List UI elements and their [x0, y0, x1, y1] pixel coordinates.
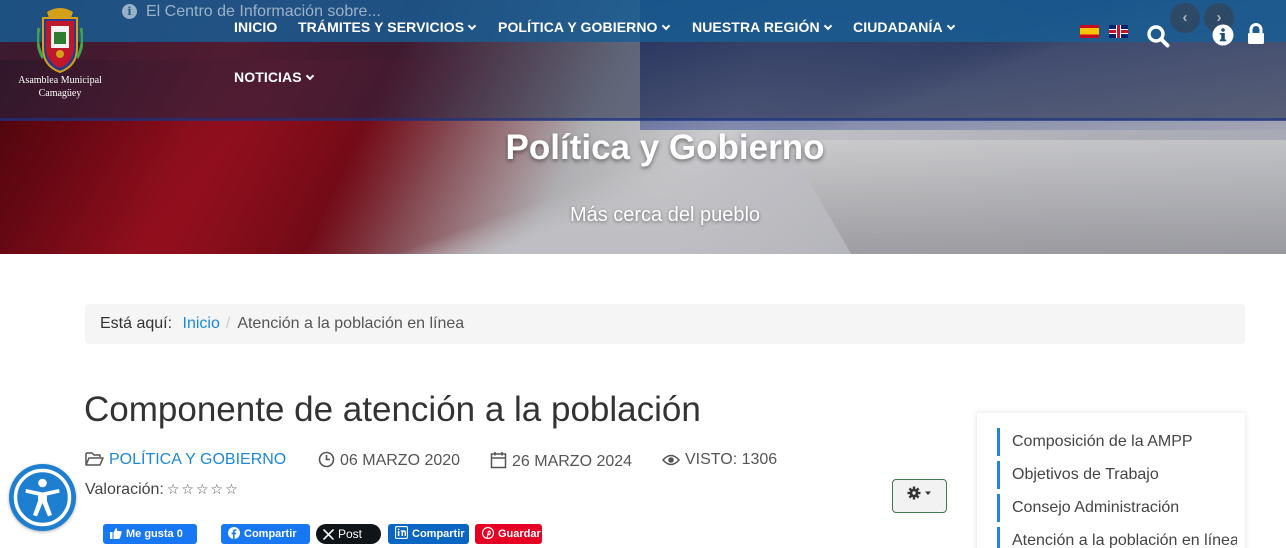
article-options-button[interactable]	[892, 479, 947, 513]
accessibility-button[interactable]	[9, 464, 76, 531]
facebook-icon	[228, 527, 240, 539]
nav-item-ciudadania[interactable]: CIUDADANÍA	[853, 19, 955, 35]
article-rating: Valoración: ☆☆☆☆☆	[85, 481, 240, 499]
sidebar-item-objetivos[interactable]: Objetivos de Trabajo	[997, 461, 1237, 489]
ticker-prev-button[interactable]: ‹	[1170, 3, 1200, 33]
lock-icon[interactable]	[1247, 23, 1265, 45]
x-post-button[interactable]: Post	[316, 524, 381, 544]
rating-stars[interactable]: ☆☆☆☆☆	[167, 482, 240, 498]
breadcrumb-current: Atención a la población en línea	[237, 315, 465, 332]
info-icon[interactable]	[1212, 24, 1234, 46]
rating-label: Valoración:	[85, 481, 164, 498]
thumbs-up-icon	[110, 528, 122, 539]
sidebar-item-composicion[interactable]: Composición de la AMPP	[997, 428, 1237, 456]
breadcrumb-separator: /	[225, 315, 231, 332]
nav-item-inicio[interactable]: INICIO	[234, 19, 277, 35]
facebook-like-button[interactable]: Me gusta 0	[103, 524, 197, 544]
breadcrumb-home-link[interactable]: Inicio	[183, 315, 220, 332]
eye-icon	[661, 454, 681, 466]
chevron-down-icon	[823, 21, 832, 31]
article-title: Componente de atención a la población	[84, 390, 701, 429]
meta-published: 06 MARZO 2020	[318, 451, 460, 470]
linkedin-icon	[394, 525, 409, 540]
clock-icon	[318, 451, 335, 468]
flag-en-icon[interactable]	[1109, 25, 1128, 38]
meta-modified: 26 MARZO 2024	[490, 451, 632, 471]
nav-item-noticias[interactable]: NOTICIAS	[234, 69, 314, 85]
hero-title: Política y Gobierno	[505, 128, 825, 167]
linkedin-share-button[interactable]: Compartir	[388, 524, 469, 544]
breadcrumb: Está aquí: Inicio / Atención a la població…	[85, 304, 1245, 344]
chevron-down-icon	[305, 71, 314, 81]
coat-of-arms-icon	[37, 8, 83, 74]
site-logo[interactable]: Asamblea Municipal Camagüey	[10, 6, 110, 102]
chevron-down-icon	[946, 21, 955, 31]
ticker-text: El Centro de Información sobre...	[146, 3, 381, 20]
x-logo-icon	[322, 528, 335, 541]
hero-subtitle: Más cerca del pueblo	[569, 204, 761, 226]
logo-caption: Asamblea Municipal Camagüey	[18, 75, 102, 99]
category-link[interactable]: POLÍTICA Y GOBIERNO	[109, 451, 286, 468]
nav-item-region[interactable]: NUESTRA REGIÓN	[692, 19, 832, 35]
nav-item-politica[interactable]: POLÍTICA Y GOBIERNO	[498, 19, 670, 35]
search-icon[interactable]	[1146, 24, 1170, 48]
nav-item-tramites[interactable]: TRÁMITES Y SERVICIOS	[298, 19, 477, 35]
sidebar-item-atencion[interactable]: Atención a la población en línea	[997, 527, 1237, 548]
chevron-down-icon	[467, 21, 477, 31]
pinterest-icon	[481, 526, 495, 540]
info-circle-icon: i	[122, 4, 137, 19]
facebook-share-button[interactable]: Compartir	[221, 524, 310, 544]
flag-es-icon[interactable]	[1080, 25, 1099, 38]
sidebar-menu: Composición de la AMPP Objetivos de Trab…	[977, 413, 1245, 548]
sidebar-item-consejo[interactable]: Consejo Administración	[997, 494, 1237, 522]
breadcrumb-prefix: Está aquí:	[100, 315, 173, 332]
meta-category: POLÍTICA Y GOBIERNO	[85, 451, 286, 469]
folder-open-icon	[85, 452, 104, 466]
nav-band	[0, 42, 1286, 120]
pinterest-save-button[interactable]: Guardar	[475, 524, 542, 544]
chevron-down-icon	[661, 21, 670, 31]
accessibility-icon	[13, 468, 72, 527]
gear-icon	[907, 486, 931, 500]
meta-hits: VISTO: 1306	[661, 451, 777, 469]
calendar-icon	[490, 452, 507, 469]
